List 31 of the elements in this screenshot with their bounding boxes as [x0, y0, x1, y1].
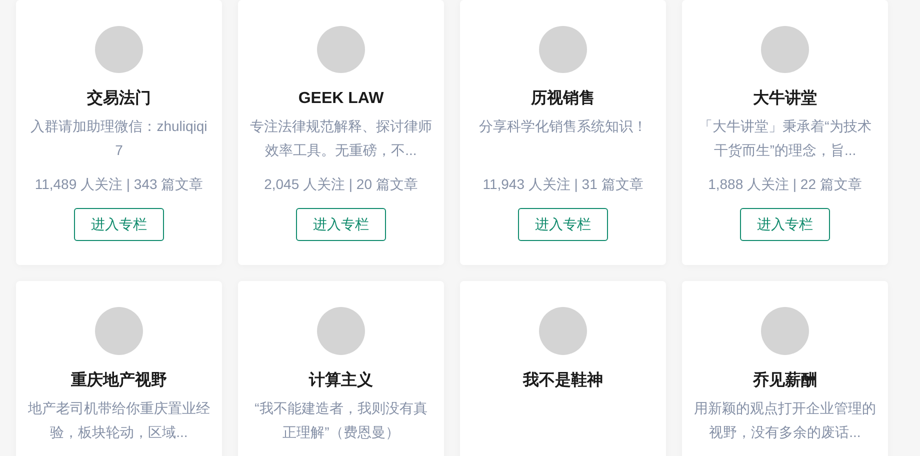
avatar-placeholder: [317, 307, 365, 355]
column-stats: 2,045 人关注 | 20 篇文章: [264, 174, 418, 194]
column-stats: 11,489 人关注 | 343 篇文章: [34, 174, 204, 194]
column-title: 交易法门: [87, 88, 151, 109]
column-title: 重庆地产视野: [71, 370, 167, 391]
avatar-placeholder: [95, 307, 143, 355]
column-description: 地产老司机带给你重庆置业经验，板块轮动，区域...: [28, 399, 210, 442]
column-title: 我不是鞋神: [523, 370, 603, 391]
column-description: “我不能建造者，我则没有真正理解”（费恩曼）: [254, 399, 428, 442]
enter-column-button[interactable]: 进入专栏: [518, 208, 608, 241]
column-title: 计算主义: [309, 370, 373, 391]
column-stats: 1,888 人关注 | 22 篇文章: [708, 174, 862, 194]
column-description: 用新颖的观点打开企业管理的视野，没有多余的废话...: [694, 399, 876, 442]
column-description: 「大牛讲堂」秉承着“为技术干货而生”的理念，旨...: [698, 116, 872, 160]
avatar-placeholder: [539, 307, 587, 355]
column-description: 入群请加助理微信：zhuliqiqi7: [30, 116, 208, 160]
avatar-placeholder: [539, 26, 587, 74]
column-stats: 11,943 人关注 | 31 篇文章: [482, 174, 644, 194]
column-description: 分享科学化销售系统知识！: [478, 117, 648, 136]
enter-column-button[interactable]: 进入专栏: [296, 208, 386, 241]
column-title: 历视销售: [531, 88, 595, 110]
enter-column-button[interactable]: 进入专栏: [740, 208, 830, 241]
avatar-placeholder: [761, 307, 809, 355]
avatar-placeholder: [317, 26, 365, 73]
avatar-placeholder: [95, 26, 143, 73]
column-title: 大牛讲堂: [753, 88, 817, 109]
column-title: 乔见薪酬: [753, 370, 817, 391]
column-title: GEEK LAW: [298, 88, 384, 109]
avatar-placeholder: [761, 26, 809, 73]
column-description: 专注法律规范解释、探讨律师效率工具。无重磅，不...: [250, 116, 432, 160]
enter-column-button[interactable]: 进入专栏: [74, 208, 164, 241]
